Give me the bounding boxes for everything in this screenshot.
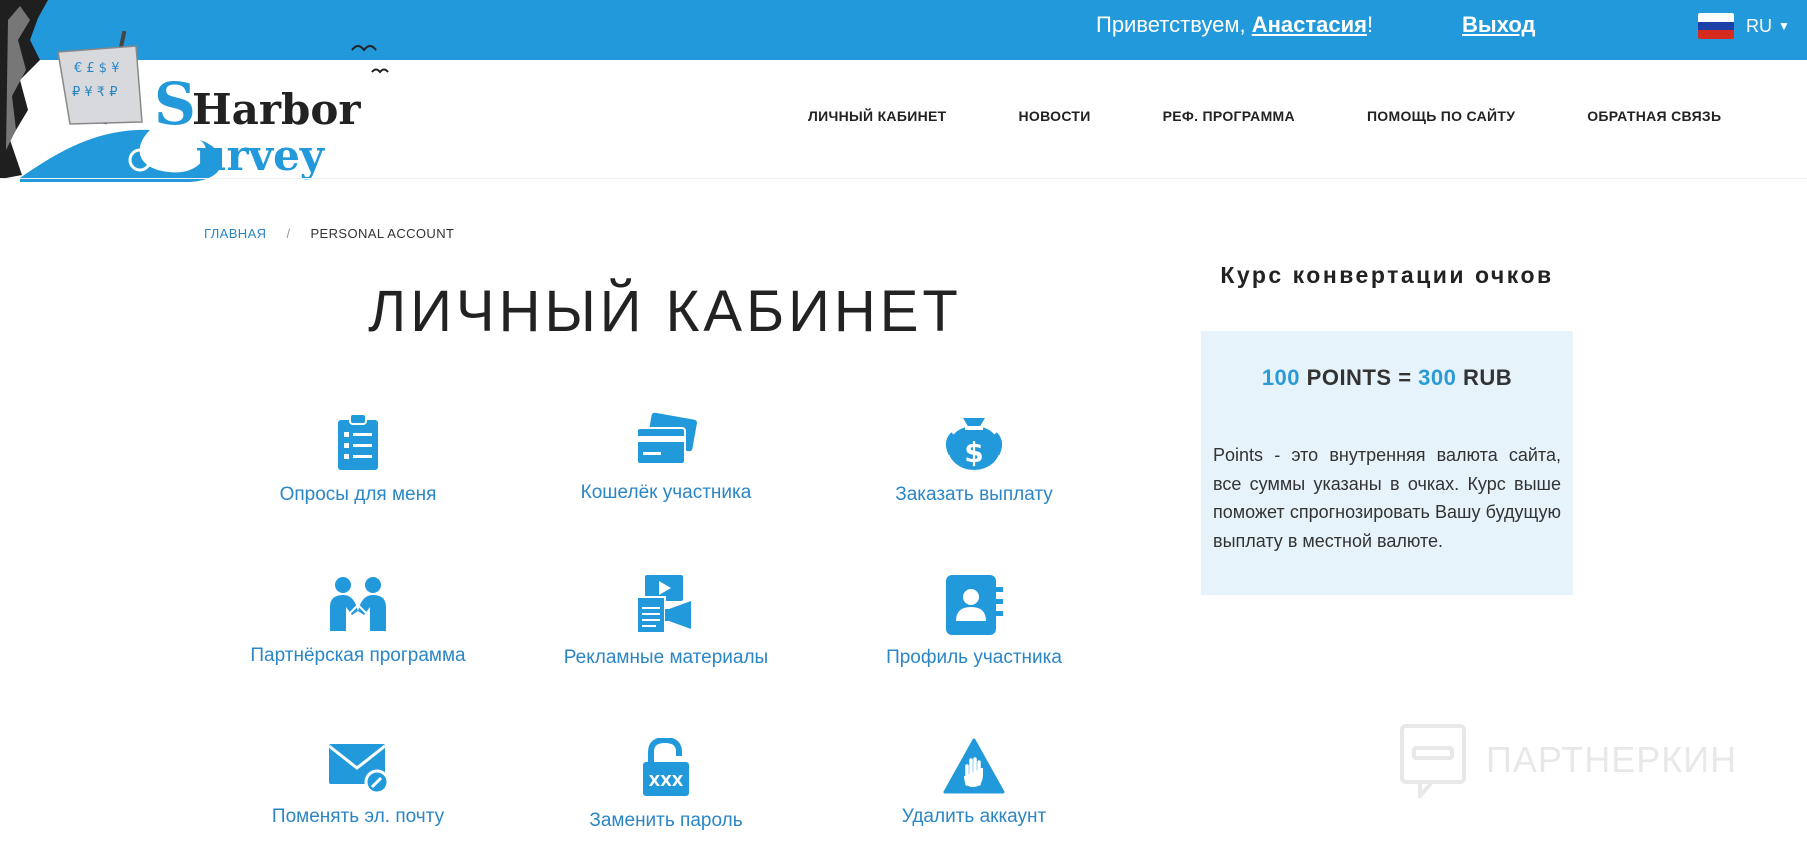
- main-nav: ЛИЧНЫЙ КАБИНЕТ НОВОСТИ РЕФ. ПРОГРАММА ПО…: [808, 108, 1721, 124]
- breadcrumb-current: PERSONAL ACCOUNT: [310, 226, 455, 241]
- svg-text:S: S: [154, 70, 196, 138]
- rate-points-unit: POINTS: [1306, 365, 1392, 390]
- tile-label: Рекламные материалы: [563, 647, 769, 668]
- tile-label: Заменить пароль: [589, 810, 743, 831]
- nav-item-news[interactable]: НОВОСТИ: [1018, 108, 1090, 124]
- breadcrumb-home[interactable]: ГЛАВНАЯ: [204, 226, 266, 241]
- greeting-suffix: !: [1367, 12, 1374, 37]
- logout-link[interactable]: Выход: [1462, 12, 1535, 38]
- unlocked-padlock-icon: XXX: [643, 738, 689, 796]
- conversion-rate-box: 100 POINTS = 300 RUB Points - это внутре…: [1201, 331, 1573, 595]
- nav-item-personal-account[interactable]: ЛИЧНЫЙ КАБИНЕТ: [808, 108, 946, 124]
- svg-text:€ £ $ ¥: € £ $ ¥: [74, 61, 119, 76]
- conversion-rate-title: Курс конвертации очков: [1220, 262, 1554, 288]
- clipboard-list-icon: [338, 413, 378, 470]
- user-name-link[interactable]: Анастасия: [1252, 12, 1367, 37]
- tile-label: Профиль участника: [886, 647, 1062, 668]
- nav-item-ref-program[interactable]: РЕФ. ПРОГРАММА: [1163, 108, 1295, 124]
- rate-equals: =: [1398, 365, 1412, 390]
- warning-hand-icon: [943, 738, 1005, 794]
- logo-line2: urvey: [196, 131, 326, 180]
- tile-label: Поменять эл. почту: [271, 806, 445, 827]
- tile-label: Заказать выплату: [895, 484, 1053, 505]
- tile-partner-program[interactable]: Партнёрская программа: [208, 575, 508, 667]
- svg-text:₽ ¥ ₹ ₽: ₽ ¥ ₹ ₽: [72, 85, 117, 100]
- logo-line1: Harbor: [192, 85, 361, 134]
- rate-rub-unit: RUB: [1463, 365, 1513, 390]
- breadcrumb-separator: /: [286, 226, 291, 241]
- language-selector[interactable]: RU ▼: [1698, 13, 1790, 39]
- page-title: ЛИЧНЫЙ КАБИНЕТ: [368, 279, 962, 344]
- tile-label: Кошелёк участника: [580, 482, 752, 503]
- tile-promo-materials[interactable]: Рекламные материалы: [516, 575, 816, 669]
- tile-change-email[interactable]: Поменять эл. почту: [208, 738, 508, 828]
- breadcrumb: ГЛАВНАЯ / PERSONAL ACCOUNT: [204, 226, 454, 241]
- money-bag-icon: $: [945, 418, 1003, 470]
- site-logo[interactable]: € £ $ ¥ ₽ ¥ ₹ ₽ S Harbor urvey: [0, 0, 410, 200]
- video-megaphone-icon: [636, 575, 691, 634]
- chat-bubble-icon: [1400, 724, 1466, 798]
- conversion-rate-description: Points - это внутренняя валюта сайта, вс…: [1213, 445, 1561, 551]
- conversion-rate: 100 POINTS = 300 RUB: [1201, 365, 1573, 391]
- tile-label: Удалить аккаунт: [901, 806, 1047, 827]
- language-code: RU: [1746, 15, 1772, 36]
- chevron-down-icon: ▼: [1778, 19, 1790, 33]
- svg-text:$: $: [964, 436, 983, 469]
- tile-request-payout[interactable]: $ Заказать выплату: [824, 412, 1124, 506]
- nav-item-site-help[interactable]: ПОМОЩЬ ПО САЙТУ: [1367, 108, 1515, 124]
- tile-change-password[interactable]: XXX Заменить пароль: [516, 738, 816, 832]
- tile-wallet[interactable]: Кошелёк участника: [516, 412, 816, 504]
- rate-points-value: 100: [1261, 365, 1301, 390]
- tile-label: Партнёрская программа: [250, 645, 466, 666]
- tile-label: Опросы для меня: [279, 484, 437, 505]
- tile-my-surveys[interactable]: Опросы для меня: [208, 412, 508, 506]
- nav-divider: [0, 178, 1807, 179]
- russia-flag-icon: [1698, 13, 1734, 39]
- handshake-people-icon: [330, 577, 386, 631]
- contact-book-icon: [946, 575, 1003, 635]
- greeting: Приветствуем, Анастасия!: [1096, 12, 1373, 38]
- rate-rub-value: 300: [1418, 365, 1457, 390]
- greeting-prefix: Приветствуем,: [1096, 12, 1252, 37]
- nav-item-feedback[interactable]: ОБРАТНАЯ СВЯЗЬ: [1587, 108, 1721, 124]
- watermark-text: ПАРТНЕРКИН: [1486, 739, 1738, 780]
- watermark: ПАРТНЕРКИН: [1398, 722, 1737, 798]
- svg-text:XXX: XXX: [649, 772, 684, 790]
- envelope-edit-icon: [328, 744, 389, 794]
- tile-delete-account[interactable]: Удалить аккаунт: [824, 738, 1124, 828]
- tile-profile[interactable]: Профиль участника: [824, 575, 1124, 669]
- credit-cards-icon: [636, 412, 697, 465]
